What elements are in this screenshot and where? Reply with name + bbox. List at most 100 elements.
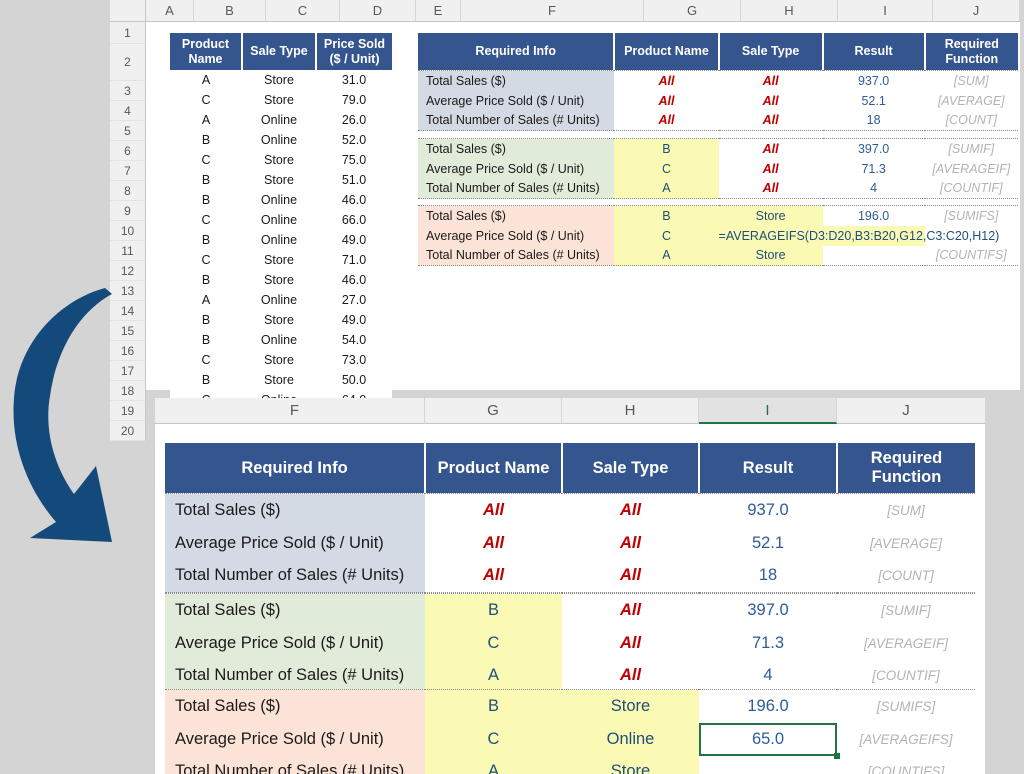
- summary-cell-product-name[interactable]: A: [425, 755, 562, 774]
- data-cell-price[interactable]: 71.0: [316, 250, 392, 270]
- data-cell-product[interactable]: B: [170, 190, 242, 210]
- summary-cell-sale-type[interactable]: All: [718, 178, 823, 199]
- summary-cell-sale-type[interactable]: Store: [562, 755, 699, 774]
- summary-cell-required-info[interactable]: Total Number of Sales (# Units): [165, 559, 425, 593]
- data-cell-product[interactable]: C: [170, 210, 242, 230]
- summary-cell-result[interactable]: [699, 755, 837, 774]
- summary-cell-required-info[interactable]: Total Sales ($): [165, 593, 425, 627]
- summary-cell-required-function[interactable]: [SUMIF]: [924, 138, 1018, 159]
- data-cell-price[interactable]: 46.0: [316, 270, 392, 290]
- data-cell-sale-type[interactable]: Online: [242, 290, 316, 310]
- summary-cell-sale-type[interactable]: All: [718, 90, 823, 111]
- column-header-c[interactable]: C: [266, 0, 340, 22]
- summary-cell-required-function[interactable]: [SUMIFS]: [837, 689, 975, 723]
- summary-cell-product-name[interactable]: C: [614, 158, 719, 179]
- summary-cell-result[interactable]: 18: [699, 559, 837, 593]
- data-cell-sale-type[interactable]: Store: [242, 170, 316, 190]
- summary-cell-required-info[interactable]: Total Number of Sales (# Units): [418, 110, 615, 131]
- data-cell-sale-type[interactable]: Store: [242, 310, 316, 330]
- column-header-e[interactable]: E: [416, 0, 461, 22]
- summary-cell-product-name[interactable]: A: [614, 245, 719, 266]
- data-cell-product[interactable]: B: [170, 270, 242, 290]
- data-cell-product[interactable]: B: [170, 170, 242, 190]
- column-header-d[interactable]: D: [340, 0, 416, 22]
- summary-cell-required-info[interactable]: Total Number of Sales (# Units): [418, 245, 615, 266]
- summary-cell-product-name[interactable]: B: [614, 138, 719, 159]
- column-header-g[interactable]: G: [644, 0, 741, 22]
- column-header-j[interactable]: J: [933, 0, 1020, 22]
- summary-cell-sale-type[interactable]: Store: [562, 689, 699, 723]
- data-cell-product[interactable]: B: [170, 230, 242, 250]
- summary-cell-product-name[interactable]: C: [614, 225, 719, 246]
- select-all-corner[interactable]: [110, 0, 146, 22]
- data-cell-product[interactable]: B: [170, 370, 242, 390]
- summary-cell-sale-type[interactable]: Online: [562, 722, 699, 756]
- summary-cell-product-name[interactable]: All: [614, 70, 719, 91]
- summary-cell-required-function[interactable]: [COUNTIF]: [924, 178, 1018, 199]
- data-cell-price[interactable]: 54.0: [316, 330, 392, 350]
- data-cell-product[interactable]: B: [170, 130, 242, 150]
- row-number[interactable]: 10: [110, 221, 146, 241]
- data-cell-sale-type[interactable]: Store: [242, 150, 316, 170]
- data-cell-product[interactable]: A: [170, 70, 242, 90]
- summary-cell-result[interactable]: 52.1: [699, 526, 837, 560]
- summary-cell-result[interactable]: 397.0: [699, 593, 837, 627]
- data-cell-sale-type[interactable]: Online: [242, 330, 316, 350]
- data-cell-product[interactable]: B: [170, 310, 242, 330]
- data-cell-price[interactable]: 75.0: [316, 150, 392, 170]
- data-cell-product[interactable]: C: [170, 90, 242, 110]
- column-header-h[interactable]: H: [741, 0, 838, 22]
- summary-cell-result[interactable]: 4: [822, 178, 925, 199]
- data-cell-sale-type[interactable]: Store: [242, 70, 316, 90]
- summary-cell-required-function[interactable]: [AVERAGE]: [924, 90, 1018, 111]
- data-cell-price[interactable]: 79.0: [316, 90, 392, 110]
- summary-cell-required-function[interactable]: [COUNT]: [837, 559, 975, 593]
- summary-cell-required-function[interactable]: [AVERAGEIFS]: [837, 722, 975, 756]
- summary-cell-required-info[interactable]: Average Price Sold ($ / Unit): [418, 90, 615, 111]
- summary-cell-required-function[interactable]: [SUM]: [837, 493, 975, 527]
- row-number[interactable]: 3: [110, 81, 146, 101]
- summary-cell-required-info[interactable]: Total Sales ($): [418, 138, 615, 159]
- data-cell-sale-type[interactable]: Online: [242, 230, 316, 250]
- data-cell-product[interactable]: A: [170, 290, 242, 310]
- summary-cell-sale-type[interactable]: All: [562, 626, 699, 660]
- bottom-column-header-f[interactable]: F: [165, 398, 425, 424]
- data-cell-price[interactable]: 31.0: [316, 70, 392, 90]
- data-cell-sale-type[interactable]: Online: [242, 110, 316, 130]
- summary-cell-product-name[interactable]: A: [614, 178, 719, 199]
- summary-cell-required-function[interactable]: [SUMIFS]: [924, 205, 1018, 226]
- summary-cell-product-name[interactable]: C: [425, 626, 562, 660]
- summary-cell-result[interactable]: 397.0: [822, 138, 925, 159]
- data-cell-sale-type[interactable]: Online: [242, 210, 316, 230]
- summary-cell-required-info[interactable]: Total Sales ($): [165, 689, 425, 723]
- summary-cell-product-name[interactable]: A: [425, 659, 562, 693]
- summary-cell-required-function[interactable]: [COUNTIF]: [837, 659, 975, 693]
- summary-cell-result[interactable]: 196.0: [822, 205, 925, 226]
- summary-cell-product-name[interactable]: B: [614, 205, 719, 226]
- summary-cell-product-name[interactable]: B: [425, 593, 562, 627]
- summary-cell-result[interactable]: 65.0: [699, 722, 840, 759]
- summary-cell-required-info[interactable]: Total Sales ($): [418, 205, 615, 226]
- summary-cell-result[interactable]: 4: [699, 659, 837, 693]
- data-cell-price[interactable]: 46.0: [316, 190, 392, 210]
- summary-cell-required-info[interactable]: Average Price Sold ($ / Unit): [418, 225, 615, 246]
- data-cell-sale-type[interactable]: Store: [242, 370, 316, 390]
- summary-cell-sale-type[interactable]: All: [718, 110, 823, 131]
- data-cell-sale-type[interactable]: Store: [242, 90, 316, 110]
- summary-cell-sale-type[interactable]: All: [562, 526, 699, 560]
- column-header-a[interactable]: A: [146, 0, 194, 22]
- summary-cell-result[interactable]: 18: [822, 110, 925, 131]
- summary-cell-sale-type[interactable]: All: [562, 493, 699, 527]
- data-cell-price[interactable]: 49.0: [316, 230, 392, 250]
- formula-cell[interactable]: =AVERAGEIFS(D3:D20,B3:B20,G12,C3:C20,H12…: [718, 225, 999, 246]
- bottom-column-header-g[interactable]: G: [425, 398, 562, 424]
- data-cell-product[interactable]: C: [170, 150, 242, 170]
- column-header-i[interactable]: I: [838, 0, 933, 22]
- data-cell-price[interactable]: 51.0: [316, 170, 392, 190]
- summary-cell-sale-type[interactable]: Store: [718, 205, 823, 226]
- summary-cell-sale-type[interactable]: All: [562, 593, 699, 627]
- data-cell-price[interactable]: 49.0: [316, 310, 392, 330]
- summary-cell-result[interactable]: 937.0: [699, 493, 837, 527]
- summary-cell-product-name[interactable]: All: [614, 110, 719, 131]
- data-cell-sale-type[interactable]: Store: [242, 270, 316, 290]
